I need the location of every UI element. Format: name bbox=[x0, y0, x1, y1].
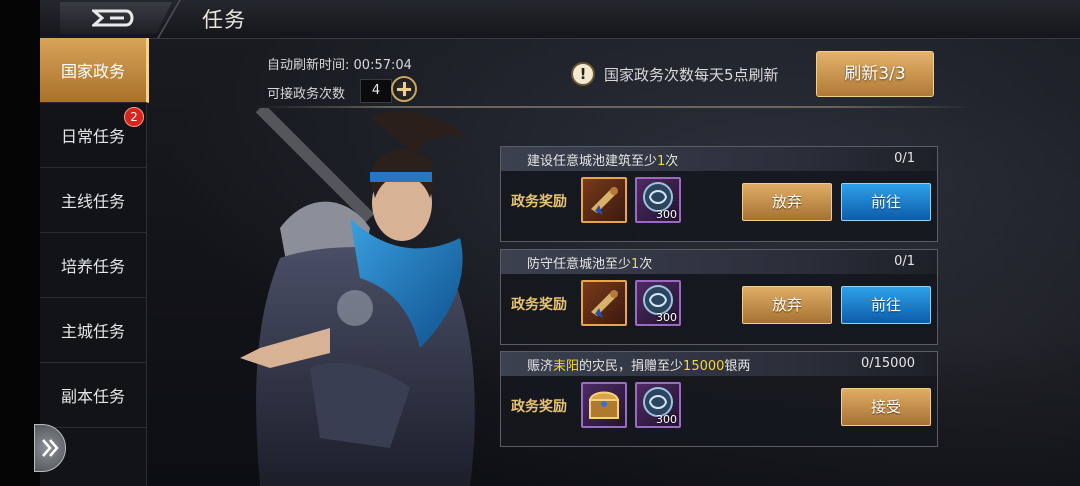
reward-label: 政务奖励 bbox=[511, 297, 567, 313]
item-quantity: 300 bbox=[656, 413, 677, 426]
task-title-text: 次 bbox=[665, 154, 679, 169]
task-title-text: 的灾民，捐赠至少 bbox=[579, 359, 684, 374]
task-card: 赈济耒阳的灾民，捐赠至少15000银两 0/15000 政务奖励 300 接受 bbox=[500, 351, 938, 447]
horn-scroll-icon bbox=[591, 290, 618, 318]
task-title-text: 赈济 bbox=[527, 359, 554, 374]
tab-dungeon-tasks[interactable]: 副本任务 bbox=[40, 363, 146, 428]
refresh-time-value: 00:57:04 bbox=[353, 58, 412, 73]
task-title: 赈济耒阳的灾民，捐赠至少15000银两 bbox=[527, 355, 750, 374]
back-arrow-icon bbox=[92, 9, 134, 27]
tab-city-tasks[interactable]: 主城任务 bbox=[40, 298, 146, 363]
go-button[interactable]: 前往 bbox=[841, 286, 931, 324]
notification-badge: 2 bbox=[124, 107, 144, 127]
refresh-time-label: 自动刷新时间: bbox=[267, 58, 350, 73]
screen-edge bbox=[0, 0, 40, 486]
task-category-sidebar: 国家政务 日常任务 2 主线任务 培养任务 主城任务 副本任务 bbox=[40, 38, 149, 486]
reward-item-slot[interactable] bbox=[581, 382, 627, 428]
go-button[interactable]: 前往 bbox=[841, 183, 931, 221]
double-chevron-right-icon bbox=[42, 439, 59, 457]
task-card: 防守任意城池至少1次 0/1 政务奖励 300 放弃 前往 bbox=[500, 249, 938, 345]
tab-label: 主城任务 bbox=[60, 322, 125, 341]
horn-scroll-icon bbox=[591, 187, 618, 215]
exclamation-icon: ! bbox=[571, 62, 595, 86]
tab-national-affairs[interactable]: 国家政务 bbox=[40, 38, 149, 103]
task-card: 建设任意城池建筑至少1次 0/1 政务奖励 300 放弃 前往 bbox=[500, 146, 938, 242]
task-title-text: 建设任意城池建筑至少 bbox=[527, 154, 658, 169]
task-title-text: 防守任意城池至少 bbox=[527, 257, 632, 272]
task-header: 防守任意城池至少1次 0/1 bbox=[501, 250, 937, 274]
reward-item-slot[interactable]: 300 bbox=[635, 177, 681, 223]
treasure-chest-icon bbox=[588, 391, 620, 419]
tab-main-quest[interactable]: 主线任务 bbox=[40, 168, 146, 233]
back-button[interactable] bbox=[60, 2, 172, 34]
available-count-label: 可接政务次数 bbox=[267, 87, 346, 102]
refresh-notice: 国家政务次数每天5点刷新 bbox=[604, 66, 779, 84]
reward-item-slot[interactable]: 300 bbox=[635, 382, 681, 428]
reward-label: 政务奖励 bbox=[511, 194, 567, 210]
task-progress: 0/1 bbox=[894, 254, 915, 269]
hero-character-illustration bbox=[240, 108, 475, 486]
reward-label: 政务奖励 bbox=[511, 399, 567, 415]
tab-daily-tasks[interactable]: 日常任务 2 bbox=[40, 103, 146, 168]
task-title-text: 次 bbox=[639, 257, 653, 272]
task-header: 赈济耒阳的灾民，捐赠至少15000银两 0/15000 bbox=[501, 352, 937, 376]
accept-button[interactable]: 接受 bbox=[841, 388, 931, 426]
task-title-text: 银两 bbox=[724, 359, 751, 374]
tab-label: 培养任务 bbox=[60, 257, 125, 276]
top-header: 任务 bbox=[40, 0, 1080, 39]
refresh-button[interactable]: 刷新3/3 bbox=[816, 51, 934, 97]
item-quantity: 300 bbox=[656, 208, 677, 221]
task-title: 防守任意城池至少1次 bbox=[527, 253, 652, 272]
task-title-highlight: 耒阳 bbox=[553, 359, 580, 374]
task-progress: 0/15000 bbox=[860, 356, 915, 371]
task-title-highlight: 15000 bbox=[683, 359, 725, 374]
auto-refresh-timer: 自动刷新时间: 00:57:04 bbox=[267, 54, 412, 73]
header-underline bbox=[255, 106, 975, 108]
available-count-value: 4 bbox=[360, 79, 392, 103]
page-title: 任务 bbox=[202, 8, 246, 32]
add-count-button[interactable] bbox=[391, 76, 417, 102]
tab-training-tasks[interactable]: 培养任务 bbox=[40, 233, 146, 298]
abandon-button[interactable]: 放弃 bbox=[742, 183, 832, 221]
task-progress: 0/1 bbox=[894, 151, 915, 166]
tab-label: 主线任务 bbox=[60, 192, 125, 211]
task-title: 建设任意城池建筑至少1次 bbox=[527, 150, 678, 169]
tab-label: 副本任务 bbox=[60, 387, 125, 406]
abandon-button[interactable]: 放弃 bbox=[742, 286, 832, 324]
reward-item-slot[interactable]: 300 bbox=[635, 280, 681, 326]
item-quantity: 300 bbox=[656, 311, 677, 324]
reward-item-slot[interactable] bbox=[581, 280, 627, 326]
tab-label: 国家政务 bbox=[60, 62, 125, 81]
task-header: 建设任意城池建筑至少1次 0/1 bbox=[501, 147, 937, 171]
reward-item-slot[interactable] bbox=[581, 177, 627, 223]
tab-label: 日常任务 bbox=[60, 127, 125, 146]
